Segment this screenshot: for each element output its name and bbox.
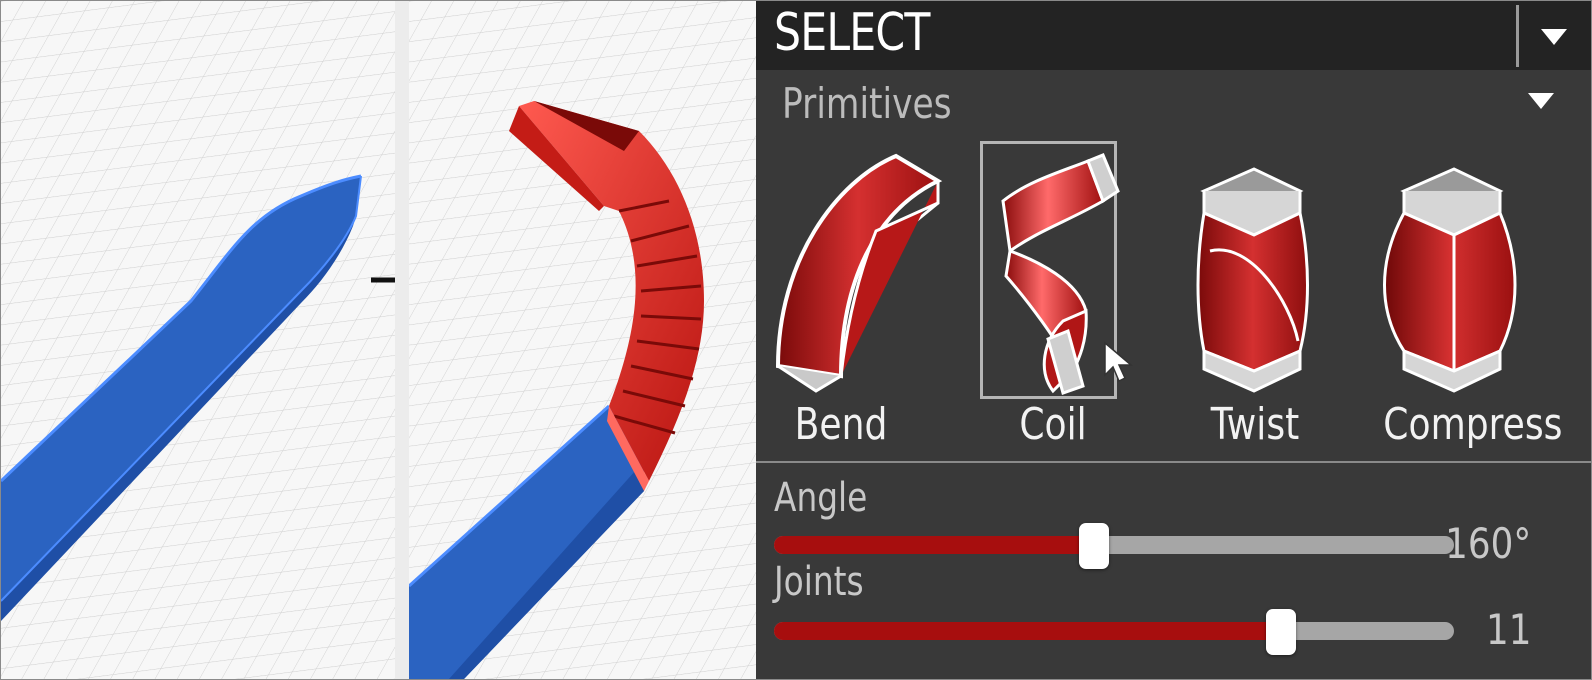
tool-label-bend: Bend: [794, 399, 888, 450]
panel-title: SELECT: [774, 3, 930, 63]
tool-panel: SELECT Primitives Bend Coil Twist Compre…: [756, 1, 1591, 679]
chevron-down-icon: [1528, 93, 1554, 109]
tool-label-compress: Compress: [1383, 399, 1563, 450]
panel-divider: [756, 461, 1591, 463]
app-frame: SELECT Primitives Bend Coil Twist Compre…: [0, 0, 1592, 680]
chevron-down-icon: [1541, 29, 1567, 45]
tool-compress[interactable]: Compress: [1368, 141, 1563, 451]
section-title: Primitives: [782, 79, 952, 128]
header-dropdown-button[interactable]: [1519, 1, 1591, 70]
angle-label: Angle: [774, 475, 868, 521]
twist-icon: [1196, 167, 1309, 393]
viewport-after-canvas: [409, 1, 756, 679]
bend-icon: [775, 153, 943, 393]
joints-slider-thumb[interactable]: [1265, 609, 1296, 655]
angle-slider[interactable]: [774, 523, 1454, 569]
angle-value: 160°: [1445, 519, 1531, 568]
viewport-after[interactable]: [409, 1, 756, 679]
tool-label-coil: Coil: [1019, 399, 1087, 450]
tool-label-twist: Twist: [1210, 399, 1300, 450]
panel-header: SELECT: [756, 1, 1591, 70]
joints-label: Joints: [774, 559, 864, 605]
viewport-before[interactable]: [1, 1, 395, 679]
angle-slider-fill: [774, 536, 1094, 554]
tool-twist[interactable]: Twist: [1170, 141, 1340, 451]
joints-slider[interactable]: [774, 609, 1454, 655]
viewport-divider[interactable]: [395, 1, 409, 679]
joints-value: 11: [1485, 605, 1531, 654]
section-collapse-button[interactable]: [1512, 81, 1572, 121]
angle-slider-thumb[interactable]: [1078, 523, 1109, 569]
viewport-before-canvas: [1, 1, 395, 679]
compress-icon: [1383, 167, 1517, 393]
tool-coil[interactable]: Coil: [968, 141, 1138, 451]
mouse-cursor-icon: [1104, 341, 1134, 383]
joints-slider-fill: [774, 622, 1281, 640]
tool-bend[interactable]: Bend: [756, 141, 943, 451]
